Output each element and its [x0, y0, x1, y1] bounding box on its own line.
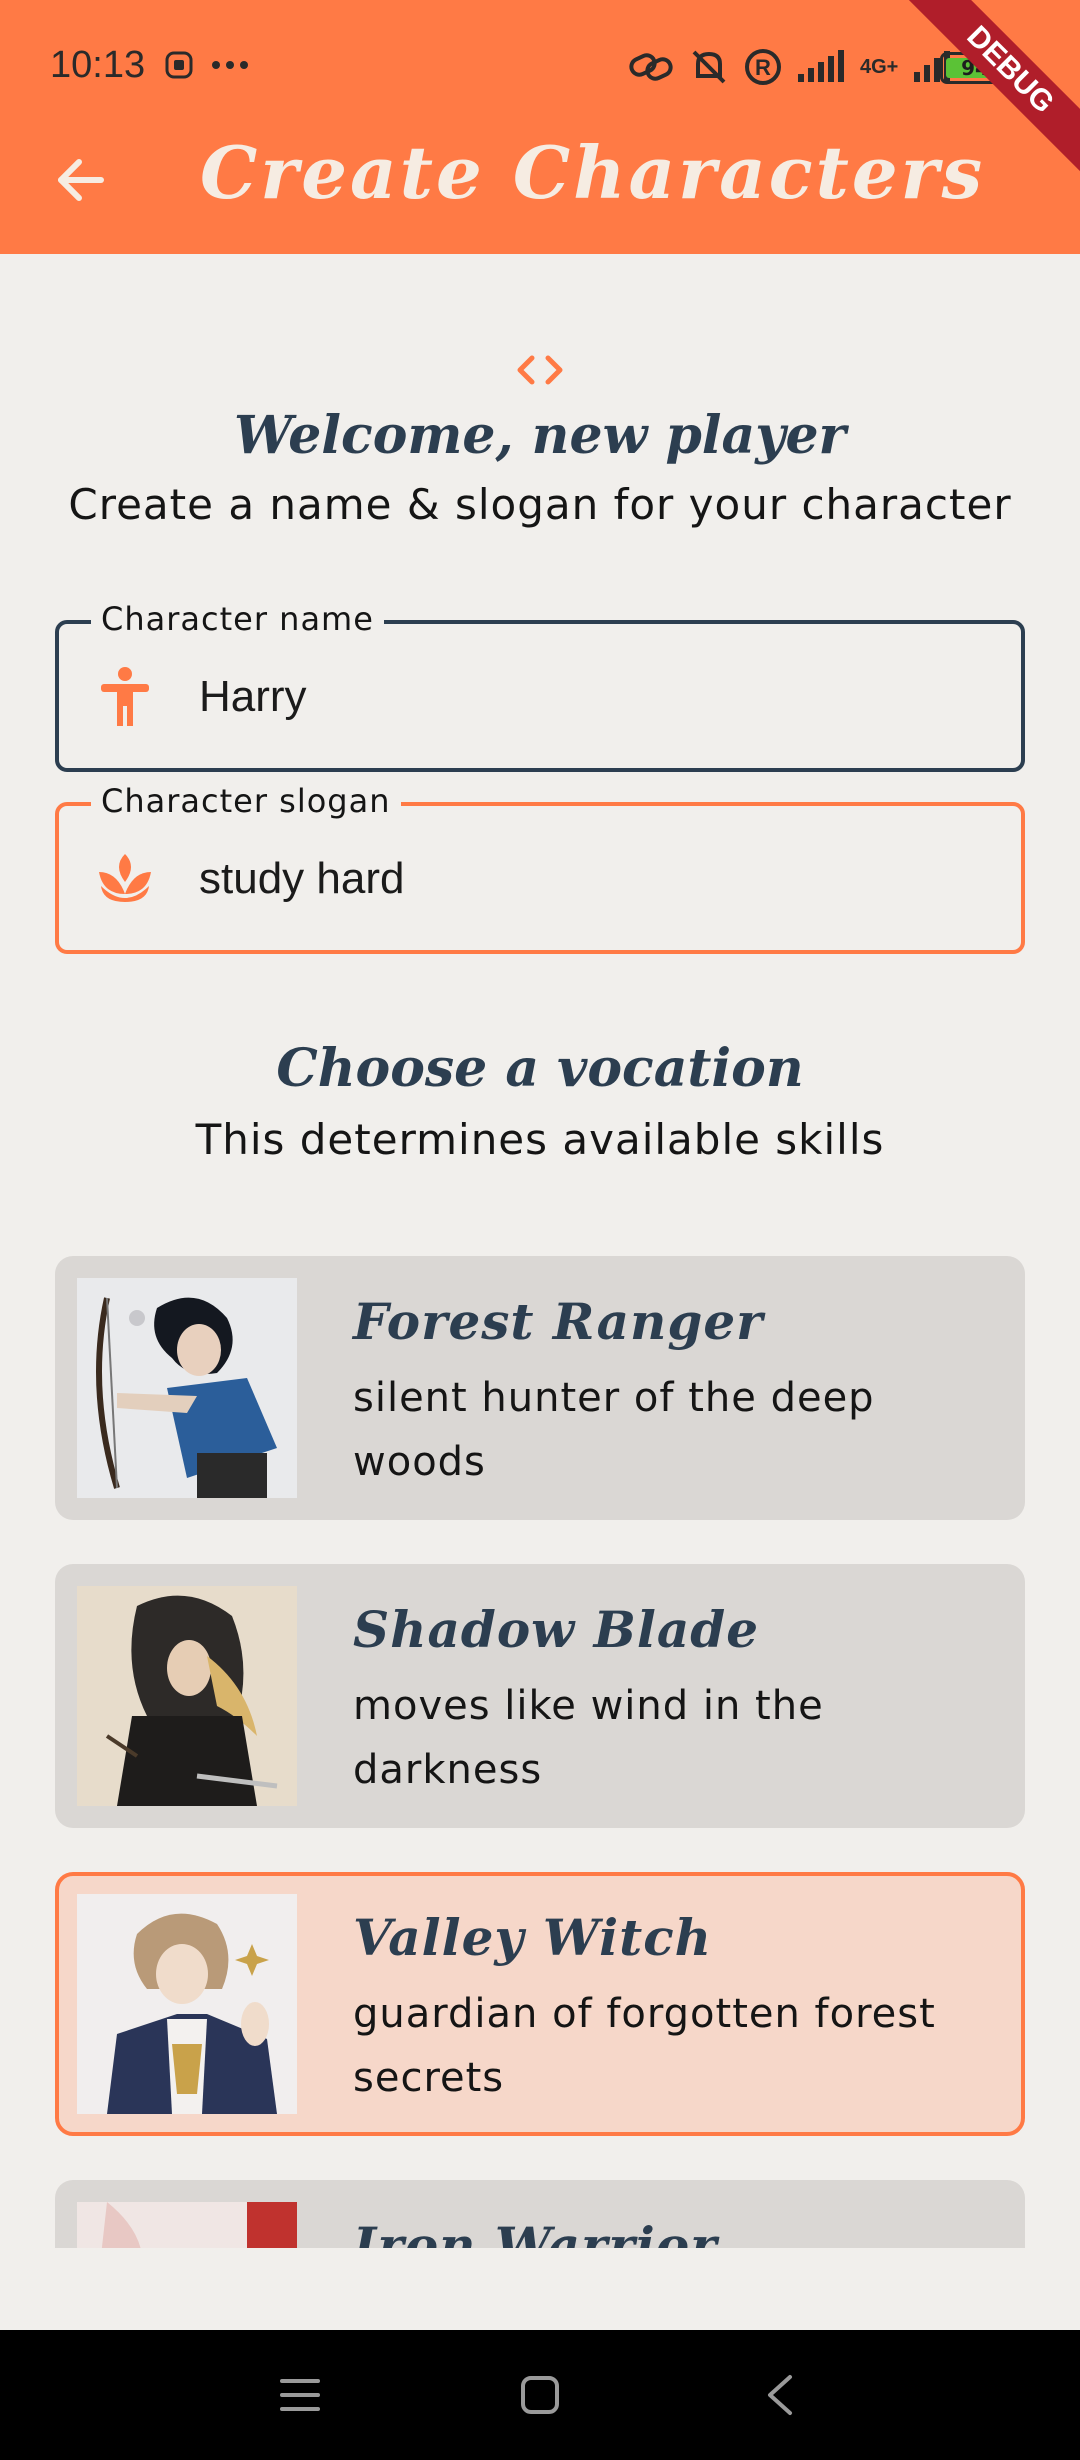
spa-lotus-icon	[95, 848, 155, 908]
vocation-title: Choose a vocation	[276, 1038, 804, 1099]
character-name-value: Harry	[199, 672, 307, 721]
vocation-description: guardian of forgotten forest secrets	[353, 1991, 936, 2101]
archer-portrait	[77, 1278, 297, 1498]
page-title: Create Characters	[200, 130, 986, 215]
back-nav-button[interactable]	[750, 2365, 810, 2425]
vocation-card-valley-witch[interactable]: Valley Witch guardian of forgotten fores…	[55, 1872, 1025, 2136]
signal-icon	[798, 50, 844, 82]
character-name-field[interactable]: Character name Harry	[55, 600, 1025, 772]
link-icon	[629, 53, 673, 81]
mute-bell-icon	[692, 50, 726, 84]
vocation-card-shadow-blade[interactable]: Shadow Blade moves like wind in the dark…	[55, 1564, 1025, 1828]
status-right-icons: R 4G+	[628, 46, 954, 88]
character-name-label: Character name	[91, 600, 384, 638]
svg-text:R: R	[755, 55, 771, 80]
network-type: 4G+	[860, 55, 899, 78]
home-square-icon	[521, 2376, 559, 2414]
vocation-name: Shadow Blade	[353, 1600, 760, 1659]
welcome-subtitle: Create a name & slogan for your characte…	[68, 480, 1012, 529]
accessibility-person-icon	[95, 666, 155, 726]
vocation-name: Valley Witch	[353, 1908, 713, 1967]
home-button[interactable]	[510, 2365, 570, 2425]
recents-button[interactable]	[270, 2365, 330, 2425]
warrior-portrait	[77, 2202, 297, 2248]
welcome-title: Welcome, new player	[234, 405, 846, 466]
app-bar: 10:13 R 4G+ 94 DEBUG Create Characters	[0, 0, 1080, 254]
status-bar: 10:13 R 4G+ 94	[0, 0, 1080, 140]
mage-portrait	[77, 1894, 297, 2114]
status-left-icons	[164, 50, 250, 80]
vocation-list[interactable]: Forest Ranger silent hunter of the deep …	[0, 1240, 1080, 2248]
notification-app-icon	[165, 51, 193, 79]
vocation-subtitle: This determines available skills	[195, 1115, 885, 1164]
more-dots-icon	[212, 61, 248, 69]
arrow-left-icon	[58, 159, 104, 201]
registered-icon: R	[745, 49, 781, 85]
hooded-rogue-portrait	[77, 1586, 297, 1806]
chevron-left-icon	[768, 2375, 792, 2415]
character-slogan-value: study hard	[199, 854, 405, 903]
character-slogan-field[interactable]: Character slogan study hard	[55, 782, 1025, 954]
vocation-card-iron-warrior[interactable]: Iron Warrior	[55, 2180, 1025, 2248]
vocation-description: silent hunter of the deep woods	[353, 1375, 875, 1485]
vocation-description: moves like wind in the darkness	[353, 1683, 824, 1793]
code-brackets-icon	[517, 355, 563, 385]
system-nav-bar	[0, 2330, 1080, 2460]
vocation-name: Iron Warrior	[353, 2216, 718, 2248]
vocation-name: Forest Ranger	[353, 1292, 764, 1351]
character-slogan-label: Character slogan	[91, 782, 401, 820]
vocation-card-forest-ranger[interactable]: Forest Ranger silent hunter of the deep …	[55, 1256, 1025, 1520]
menu-lines-icon	[280, 2379, 320, 2411]
back-button[interactable]	[40, 140, 120, 220]
status-time: 10:13	[50, 44, 146, 86]
